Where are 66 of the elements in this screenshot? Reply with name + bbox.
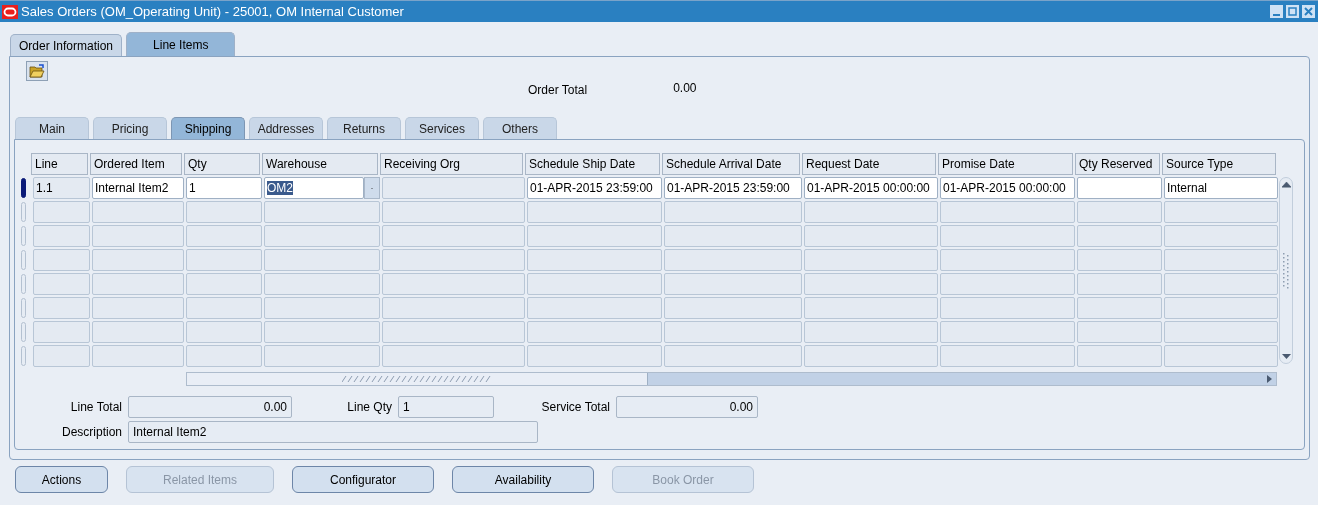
horizontal-scrollbar[interactable] <box>186 372 1277 386</box>
grip-icon <box>342 376 492 382</box>
table-cell[interactable]: 01-APR-2015 00:00:00 <box>804 177 938 199</box>
column-header: Schedule Ship Date <box>525 153 660 175</box>
table-cell <box>33 225 90 247</box>
column-header: Qty Reserved <box>1075 153 1160 175</box>
action-button[interactable]: Actions <box>15 466 108 493</box>
order-total-value: 0.00 <box>673 81 697 95</box>
vertical-scrollbar[interactable] <box>1279 177 1293 364</box>
table-cell: 1.1 <box>33 177 90 199</box>
scroll-down-icon[interactable] <box>1281 354 1291 359</box>
tab[interactable]: Pricing <box>93 117 167 139</box>
tab[interactable]: Addresses <box>249 117 323 139</box>
table-cell[interactable]: Internal Item2 <box>92 177 184 199</box>
tab[interactable]: Shipping <box>171 117 245 139</box>
table-cell <box>33 297 90 319</box>
maximize-button[interactable] <box>1286 5 1299 18</box>
table-cell <box>33 345 90 367</box>
logo-icon <box>2 4 18 19</box>
scroll-up-icon[interactable] <box>1281 182 1291 188</box>
folder-icon <box>29 64 45 78</box>
table-cell <box>33 321 90 343</box>
field-label: Line Total <box>69 400 122 414</box>
column-header: Source Type <box>1162 153 1276 175</box>
column-header: Request Date <box>802 153 936 175</box>
open-folder-button[interactable] <box>26 61 48 81</box>
column-header: Ordered Item <box>90 153 182 175</box>
column-header: Warehouse <box>262 153 378 175</box>
table-cell <box>33 249 90 271</box>
minimize-button[interactable] <box>1270 5 1283 18</box>
field-label: Description <box>60 425 122 439</box>
table-cell <box>33 273 90 295</box>
read-only-field: 0.00 <box>128 396 292 418</box>
action-button[interactable]: Configurator <box>292 466 434 493</box>
tab[interactable]: Main <box>15 117 89 139</box>
table-cell <box>33 201 90 223</box>
read-only-field: 1 <box>398 396 494 418</box>
field-label: Line Qty <box>346 400 392 414</box>
action-button[interactable]: Availability <box>452 466 594 493</box>
close-button[interactable] <box>1302 5 1315 18</box>
table-cell[interactable]: 01-APR-2015 23:59:00 <box>527 177 662 199</box>
table-cell[interactable]: 1 <box>186 177 262 199</box>
column-header: Schedule Arrival Date <box>662 153 800 175</box>
column-header: Receiving Org <box>380 153 523 175</box>
column-header: Line <box>31 153 88 175</box>
table-cell[interactable]: 01-APR-2015 23:59:00 <box>664 177 802 199</box>
tab[interactable]: Line Items <box>126 32 236 56</box>
field-label: Order Total <box>528 83 588 97</box>
table-cell[interactable] <box>1077 177 1162 199</box>
table-cell[interactable]: Internal <box>1164 177 1278 199</box>
window-title: Sales Orders (OM_Operating Unit) - 25001, OM Internal Customer <box>21 4 405 19</box>
read-only-field: 0.00 <box>616 396 758 418</box>
table-cell[interactable]: 01-APR-2015 00:00:00 <box>940 177 1075 199</box>
description-field: Internal Item2 <box>128 421 538 443</box>
tab[interactable]: Returns <box>327 117 401 139</box>
list-of-values-button[interactable] <box>364 177 380 199</box>
column-header: Promise Date <box>938 153 1073 175</box>
row-indicator[interactable] <box>21 178 26 198</box>
grip-icon <box>1283 253 1289 289</box>
tab[interactable]: Order Information <box>10 34 123 56</box>
table-cell[interactable]: OM2 <box>264 177 364 199</box>
scroll-right-icon[interactable] <box>1264 374 1274 384</box>
tab[interactable]: Services <box>405 117 479 139</box>
tab[interactable]: Others <box>483 117 557 139</box>
column-header: Qty <box>184 153 260 175</box>
field-label: Service Total <box>540 400 610 414</box>
